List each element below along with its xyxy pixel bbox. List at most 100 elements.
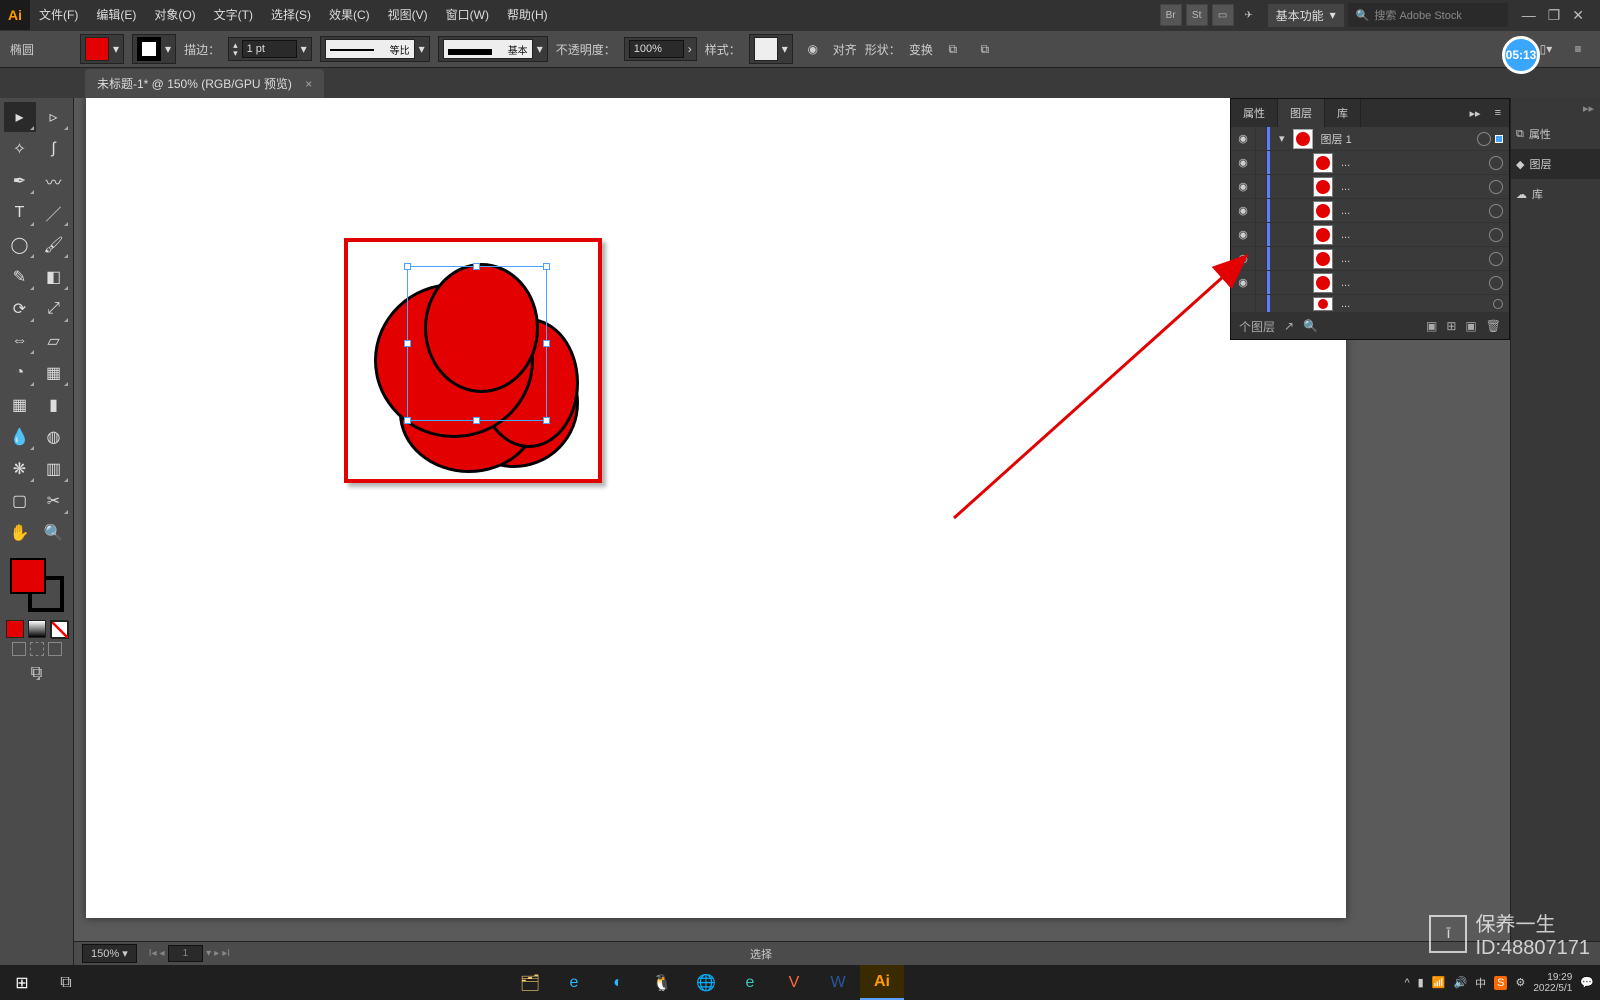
bridge-icon[interactable]: Br: [1160, 4, 1182, 26]
fill-swatch[interactable]: ▾: [80, 34, 124, 64]
visibility-toggle[interactable]: ◉: [1231, 252, 1255, 265]
expand-toggle[interactable]: ▾: [1275, 132, 1289, 145]
layer-row[interactable]: ...: [1231, 295, 1509, 313]
blend-tool[interactable]: ◍: [38, 422, 70, 452]
taskview-icon[interactable]: ⧉: [44, 965, 88, 1000]
line-tool[interactable]: ／: [38, 198, 70, 228]
perspective-tool[interactable]: ▦: [38, 358, 70, 388]
rotate-tool[interactable]: ⟳: [4, 294, 36, 324]
layer-row[interactable]: ◉...: [1231, 247, 1509, 271]
menu-effect[interactable]: 效果(C): [320, 0, 379, 30]
locate-object-icon[interactable]: ↗: [1284, 319, 1294, 333]
artboard-nav[interactable]: I◂◂ 1 ▾▸▸I: [149, 945, 230, 962]
curvature-tool[interactable]: 〰: [38, 166, 70, 196]
strip-libraries[interactable]: ☁库: [1511, 179, 1600, 209]
column-graph-tool[interactable]: ▥: [38, 454, 70, 484]
volume-icon[interactable]: 🔊: [1453, 976, 1467, 989]
illustrator-taskbar-icon[interactable]: Ai: [860, 965, 904, 1000]
layer-row[interactable]: ◉...: [1231, 223, 1509, 247]
panel-tab-layers[interactable]: 图层: [1278, 99, 1325, 127]
lasso-tool[interactable]: ʃ: [38, 134, 70, 164]
arrange-icon[interactable]: ▭: [1212, 4, 1234, 26]
menu-type[interactable]: 文字(T): [205, 0, 262, 30]
stroke-swatch[interactable]: ▾: [132, 34, 176, 64]
delete-layer-icon[interactable]: 🗑: [1486, 319, 1501, 333]
tray-clock[interactable]: 19:292022/5/1: [1533, 972, 1572, 994]
type-tool[interactable]: T: [4, 198, 36, 228]
opacity-input[interactable]: 100%›: [624, 37, 697, 61]
mesh-tool[interactable]: ▦: [4, 390, 36, 420]
paintbrush-tool[interactable]: 🖌: [38, 230, 70, 260]
artboard-tool[interactable]: ▢: [4, 486, 36, 516]
ellipse-tool[interactable]: ◯: [4, 230, 36, 260]
visibility-toggle[interactable]: ◉: [1231, 204, 1255, 217]
search-stock-input[interactable]: 🔍 搜索 Adobe Stock: [1348, 3, 1508, 27]
settings-tray-icon[interactable]: ⚙: [1515, 976, 1525, 989]
menu-object[interactable]: 对象(O): [145, 0, 204, 30]
visibility-toggle[interactable]: ◉: [1231, 228, 1255, 241]
align-button[interactable]: 对齐: [833, 41, 857, 58]
menu-view[interactable]: 视图(V): [379, 0, 437, 30]
slice-tool[interactable]: ✂: [38, 486, 70, 516]
stock-icon[interactable]: St: [1186, 4, 1208, 26]
pen-tool[interactable]: ✒: [4, 166, 36, 196]
strip-collapse-icon[interactable]: ▸▸: [1511, 98, 1600, 119]
wifi-icon[interactable]: 📶: [1432, 976, 1446, 989]
visibility-toggle[interactable]: ◉: [1231, 276, 1255, 289]
chrome-icon[interactable]: 🌐: [684, 965, 728, 1000]
gpu-rocket-icon[interactable]: ✈: [1238, 4, 1260, 26]
artboard-number[interactable]: 1: [168, 945, 204, 962]
eyedropper-tool[interactable]: 💧: [4, 422, 36, 452]
sogou-icon[interactable]: S: [1494, 976, 1507, 990]
direct-selection-tool[interactable]: ▹: [38, 102, 70, 132]
panel-collapse-icon[interactable]: ▸▸: [1464, 107, 1487, 120]
symbol-sprayer-tool[interactable]: ❋: [4, 454, 36, 484]
word-icon[interactable]: W: [816, 965, 860, 1000]
notifications-icon[interactable]: 💬: [1580, 976, 1594, 989]
panel-tab-properties[interactable]: 属性: [1231, 99, 1278, 127]
menu-select[interactable]: 选择(S): [262, 0, 320, 30]
layer-row-top[interactable]: ◉ ▾ 图层 1: [1231, 127, 1509, 151]
fill-stroke-control[interactable]: [10, 558, 64, 612]
workspace-dropdown[interactable]: 基本功能▾: [1268, 4, 1344, 27]
color-mode-none[interactable]: [50, 620, 68, 638]
layer-name[interactable]: 图层 1: [1317, 131, 1473, 147]
new-sublayer-icon[interactable]: ⊞: [1446, 319, 1456, 333]
isolate2-icon[interactable]: ⧉: [973, 37, 997, 61]
fill-box[interactable]: [10, 558, 46, 594]
width-tool[interactable]: ⇔: [4, 326, 36, 356]
explorer-icon[interactable]: 🗂: [508, 965, 552, 1000]
battery-icon[interactable]: ▮: [1418, 976, 1424, 989]
draw-inside[interactable]: [48, 642, 62, 656]
visibility-toggle[interactable]: ◉: [1231, 156, 1255, 169]
target-icon[interactable]: [1477, 132, 1491, 146]
scale-tool[interactable]: ⤢: [38, 294, 70, 324]
style-swatch[interactable]: ▾: [749, 34, 793, 64]
layer-row[interactable]: ◉...: [1231, 151, 1509, 175]
shaper-tool[interactable]: ✎: [4, 262, 36, 292]
tray-expand-icon[interactable]: ^: [1405, 977, 1410, 989]
visibility-toggle[interactable]: ◉: [1231, 180, 1255, 193]
magic-wand-tool[interactable]: ✧: [4, 134, 36, 164]
panel-menu-icon[interactable]: ≡: [1566, 37, 1590, 61]
color-mode-solid[interactable]: [6, 620, 24, 638]
strip-layers[interactable]: ◆图层: [1511, 149, 1600, 179]
browser-icon[interactable]: ◐: [596, 965, 640, 1000]
free-transform-tool[interactable]: ▱: [38, 326, 70, 356]
panel-tab-libraries[interactable]: 库: [1325, 99, 1361, 127]
eraser-tool[interactable]: ◧: [38, 262, 70, 292]
maximize-button[interactable]: ❐: [1548, 7, 1561, 24]
hand-tool[interactable]: ✋: [4, 518, 36, 548]
clip-mask-icon[interactable]: ▣: [1426, 319, 1437, 333]
search-layer-icon[interactable]: 🔍: [1303, 319, 1318, 333]
selection-tool[interactable]: ▸: [4, 102, 36, 132]
close-button[interactable]: ✕: [1572, 7, 1584, 24]
transform-button[interactable]: 变换: [909, 41, 933, 58]
zoom-tool[interactable]: 🔍: [38, 518, 70, 548]
menu-help[interactable]: 帮助(H): [498, 0, 557, 30]
menu-edit[interactable]: 编辑(E): [87, 0, 145, 30]
isolate-icon[interactable]: ⧉: [941, 37, 965, 61]
stroke-weight-input[interactable]: ▴▾1 pt▾: [228, 37, 312, 61]
recolor-icon[interactable]: ◉: [801, 37, 825, 61]
app-v-icon[interactable]: V: [772, 965, 816, 1000]
